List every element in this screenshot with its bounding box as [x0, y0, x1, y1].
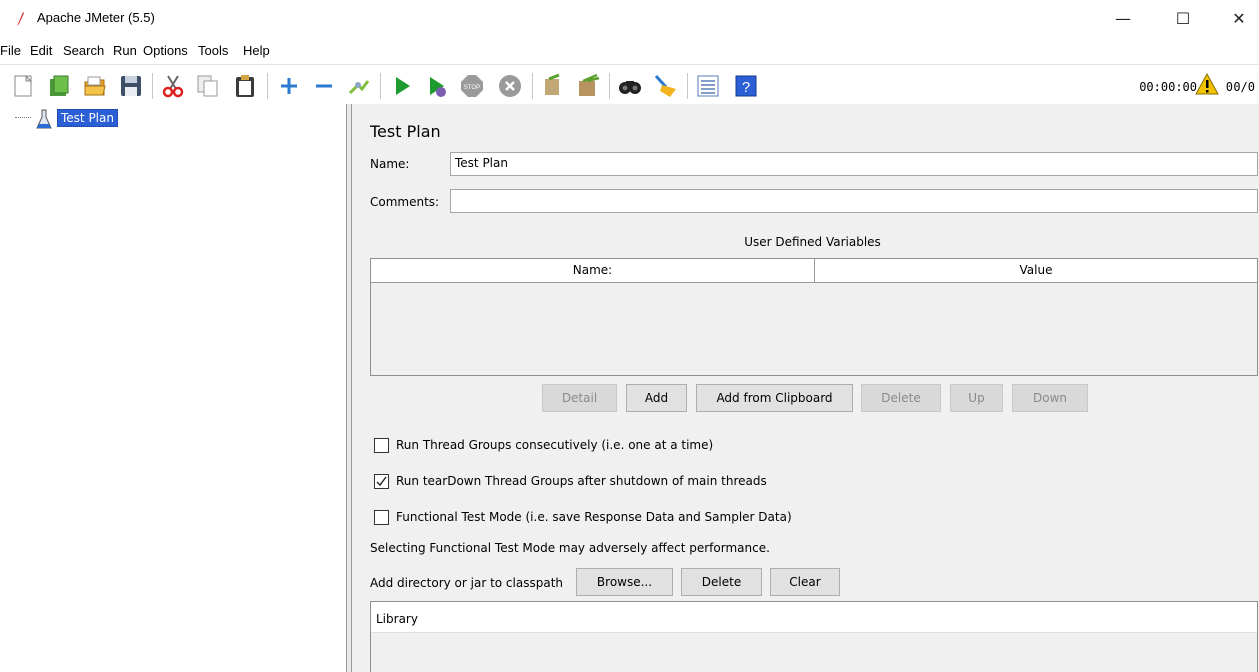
- run-teardown-label[interactable]: Run tearDown Thread Groups after shutdow…: [396, 474, 767, 488]
- toggle-icon[interactable]: [346, 73, 372, 99]
- expand-icon[interactable]: [276, 73, 302, 99]
- elapsed-timer: 00:00:00: [1139, 80, 1197, 94]
- templates-icon[interactable]: [46, 73, 72, 99]
- menu-tools[interactable]: Tools: [198, 43, 228, 58]
- test-plan-flask-icon: [36, 109, 52, 129]
- clear-all-icon[interactable]: [575, 73, 601, 99]
- copy-icon[interactable]: [195, 73, 221, 99]
- shutdown-icon[interactable]: [497, 73, 523, 99]
- title-bar: Apache JMeter (5.5) — ☐ ✕: [0, 0, 1259, 36]
- menu-search[interactable]: Search: [63, 43, 104, 58]
- close-button[interactable]: ✕: [1219, 6, 1259, 32]
- window-title: Apache JMeter (5.5): [37, 10, 155, 25]
- toolbar-separator: [609, 73, 610, 99]
- detail-button[interactable]: Detail: [542, 384, 617, 412]
- reset-search-icon[interactable]: [652, 73, 678, 99]
- menu-options[interactable]: Options: [143, 43, 188, 58]
- run-consecutively-checkbox[interactable]: [374, 438, 389, 453]
- error-count: 0: [1225, 80, 1233, 94]
- run-teardown-checkbox[interactable]: [374, 474, 389, 489]
- name-field[interactable]: Test Plan: [450, 152, 1258, 176]
- add-from-clipboard-button[interactable]: Add from Clipboard: [696, 384, 853, 412]
- run-consecutively-label[interactable]: Run Thread Groups consecutively (i.e. on…: [396, 438, 713, 452]
- search-icon[interactable]: [617, 73, 643, 99]
- svg-text:STOP: STOP: [464, 85, 480, 91]
- start-icon[interactable]: [389, 73, 415, 99]
- jmeter-feather-icon: [17, 12, 24, 26]
- warning-icon[interactable]: [1195, 73, 1219, 95]
- down-button[interactable]: Down: [1012, 384, 1088, 412]
- toolbar-separator: [532, 73, 533, 99]
- open-icon[interactable]: [82, 73, 108, 99]
- cut-icon[interactable]: [160, 73, 186, 99]
- name-label: Name:: [370, 157, 410, 171]
- save-icon[interactable]: [118, 73, 144, 99]
- user-defined-variables-title: User Defined Variables: [744, 235, 881, 249]
- function-helper-icon[interactable]: [695, 73, 721, 99]
- column-header-name[interactable]: Name:: [371, 259, 815, 283]
- test-tree: [0, 104, 346, 672]
- minimize-button[interactable]: —: [1103, 6, 1143, 32]
- column-header-value[interactable]: Value: [815, 259, 1257, 283]
- classpath-clear-button[interactable]: Clear: [770, 568, 840, 596]
- checkmark-icon: [376, 476, 387, 487]
- toolbar-separator: [267, 73, 268, 99]
- thread-count: 0/0: [1233, 80, 1255, 94]
- up-button[interactable]: Up: [950, 384, 1003, 412]
- toolbar-separator: [380, 73, 381, 99]
- comments-label: Comments:: [370, 195, 440, 209]
- library-header[interactable]: Library: [371, 602, 1257, 633]
- svg-text:?: ?: [742, 79, 750, 96]
- delete-variable-button[interactable]: Delete: [861, 384, 941, 412]
- library-table[interactable]: Library: [370, 601, 1258, 672]
- collapse-icon[interactable]: [311, 73, 337, 99]
- toolbar: STOP ? 00:00:00 0 0/0: [0, 64, 1259, 105]
- functional-mode-checkbox[interactable]: [374, 510, 389, 525]
- clear-icon[interactable]: [539, 73, 565, 99]
- classpath-delete-button[interactable]: Delete: [681, 568, 762, 596]
- paste-icon[interactable]: [232, 73, 258, 99]
- stop-icon[interactable]: STOP: [459, 73, 485, 99]
- menu-file[interactable]: File: [0, 43, 21, 58]
- menu-help[interactable]: Help: [243, 43, 270, 58]
- functional-mode-label[interactable]: Functional Test Mode (i.e. save Response…: [396, 510, 792, 524]
- tree-node-test-plan[interactable]: Test Plan: [57, 109, 118, 127]
- user-defined-variables-table[interactable]: Name: Value: [370, 258, 1258, 376]
- start-no-pauses-icon[interactable]: [424, 73, 450, 99]
- help-icon[interactable]: ?: [733, 73, 759, 99]
- tree-connector: [15, 117, 31, 118]
- toolbar-separator: [152, 73, 153, 99]
- classpath-label: Add directory or jar to classpath: [370, 576, 564, 590]
- page-title: Test Plan: [370, 122, 441, 141]
- menu-edit[interactable]: Edit: [30, 43, 52, 58]
- toolbar-separator: [687, 73, 688, 99]
- add-button[interactable]: Add: [626, 384, 687, 412]
- menu-run[interactable]: Run: [113, 43, 137, 58]
- browse-button[interactable]: Browse...: [576, 568, 673, 596]
- maximize-button[interactable]: ☐: [1163, 6, 1203, 32]
- new-icon[interactable]: [10, 73, 36, 99]
- comments-field[interactable]: [450, 189, 1258, 213]
- functional-mode-note: Selecting Functional Test Mode may adver…: [370, 541, 770, 555]
